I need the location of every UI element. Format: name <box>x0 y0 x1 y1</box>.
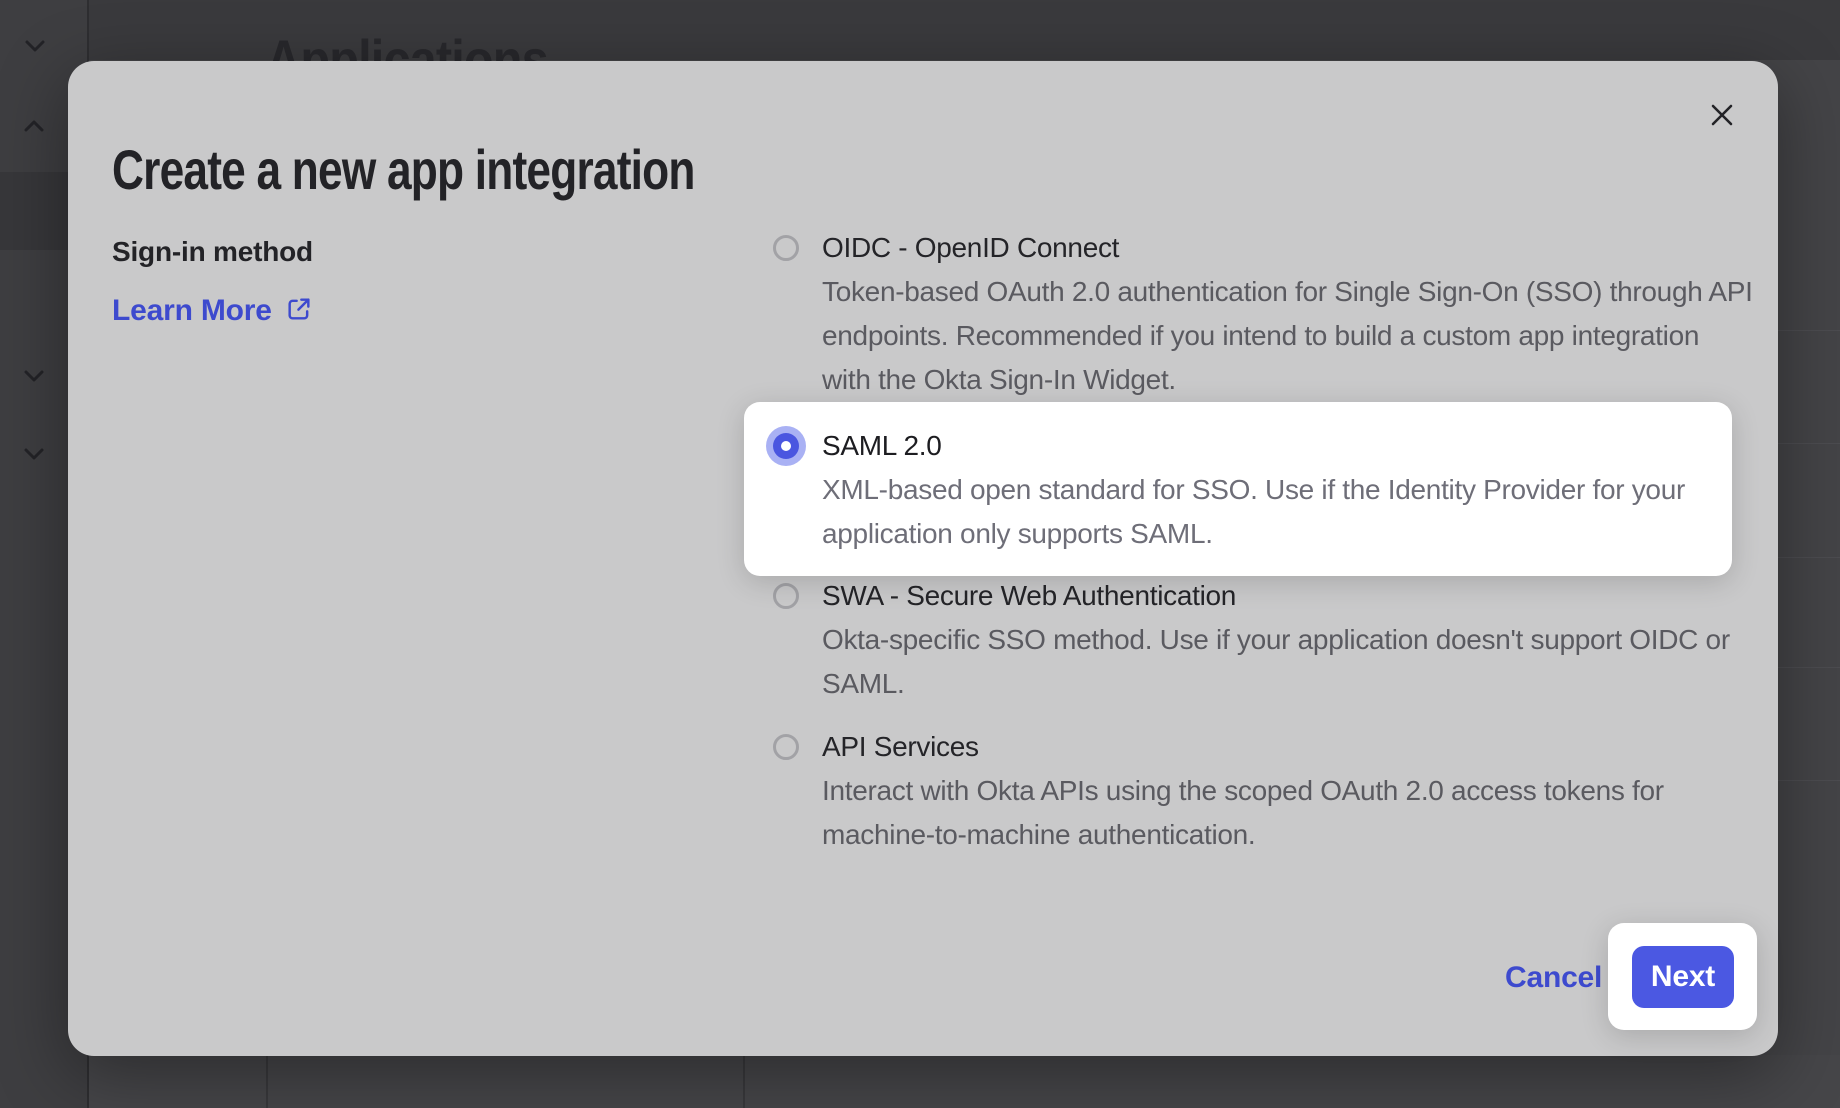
next-button[interactable]: Next <box>1632 946 1734 1008</box>
background-table-row-line <box>1778 557 1840 558</box>
option-label: API Services <box>822 725 1783 769</box>
option-oidc[interactable]: OIDC - OpenID Connect Token-based OAuth … <box>773 226 1783 402</box>
option-description: Token-based OAuth 2.0 authentication for… <box>822 270 1783 402</box>
close-icon <box>1708 101 1736 134</box>
chevron-down-icon[interactable] <box>24 38 46 54</box>
option-api-services[interactable]: API Services Interact with Okta APIs usi… <box>773 725 1783 857</box>
signin-method-label: Sign-in method <box>112 236 313 268</box>
option-label: OIDC - OpenID Connect <box>822 226 1783 270</box>
background-table-row-line <box>1778 780 1840 781</box>
next-button-spotlight: Next <box>1608 923 1757 1030</box>
close-button[interactable] <box>1696 91 1748 143</box>
background-table-strip <box>89 1055 1840 1108</box>
radio-swa[interactable] <box>773 583 799 609</box>
background-table-column-line <box>743 1055 745 1108</box>
chevron-down-icon[interactable] <box>23 368 45 384</box>
background-table-column-line <box>266 1055 268 1108</box>
option-label: SAML 2.0 <box>822 424 942 468</box>
radio-api-services[interactable] <box>773 734 799 760</box>
option-description: XML-based open standard for SSO. Use if … <box>822 468 1685 556</box>
app-screen: Applications Create a new app integratio… <box>0 0 1840 1108</box>
background-table-row-line <box>1778 667 1840 668</box>
cancel-button[interactable]: Cancel <box>1505 956 1602 1000</box>
option-description: Interact with Okta APIs using the scoped… <box>822 769 1783 857</box>
external-link-icon <box>285 295 313 328</box>
learn-more-link[interactable]: Learn More <box>112 293 313 329</box>
background-table-row-line <box>1778 330 1840 331</box>
modal-title: Create a new app integration <box>112 140 695 200</box>
option-swa[interactable]: SWA - Secure Web Authentication Okta-spe… <box>773 574 1783 706</box>
option-saml-spotlight[interactable]: SAML 2.0 XML-based open standard for SSO… <box>744 402 1732 576</box>
background-table-row-line <box>1778 443 1840 444</box>
learn-more-label: Learn More <box>112 293 272 329</box>
chevron-down-icon[interactable] <box>23 446 45 462</box>
chevron-up-icon[interactable] <box>23 118 45 134</box>
option-description: Okta-specific SSO method. Use if your ap… <box>822 618 1783 706</box>
radio-oidc[interactable] <box>773 235 799 261</box>
option-label: SWA - Secure Web Authentication <box>822 574 1783 618</box>
radio-saml-selected[interactable] <box>773 433 799 459</box>
